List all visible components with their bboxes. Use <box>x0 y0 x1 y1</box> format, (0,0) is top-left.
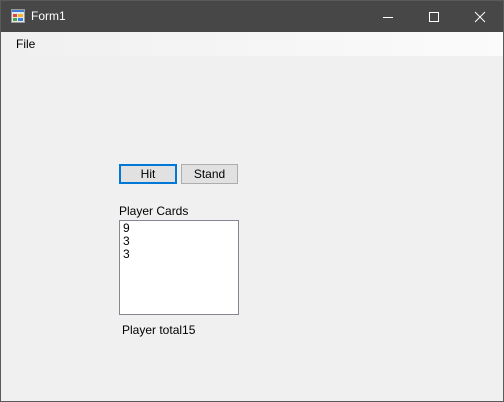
player-total-text: Player total <box>122 323 183 337</box>
list-item[interactable]: 3 <box>123 248 235 261</box>
player-cards-label: Player Cards <box>119 204 189 218</box>
window-title: Form1 <box>31 9 66 23</box>
minimize-button[interactable] <box>365 1 411 32</box>
menu-file[interactable]: File <box>16 37 35 51</box>
menu-bar: File <box>1 32 503 56</box>
player-total-label: Player total15 <box>122 323 195 337</box>
list-item[interactable]: 3 <box>123 235 235 248</box>
title-bar[interactable]: Form1 <box>1 1 503 32</box>
close-icon <box>474 11 486 23</box>
app-form-icon <box>11 9 25 23</box>
stand-button[interactable]: Stand <box>181 164 238 184</box>
minimize-icon <box>383 17 393 18</box>
list-item[interactable]: 9 <box>123 222 235 235</box>
maximize-button[interactable] <box>411 1 457 32</box>
maximize-icon <box>429 12 439 22</box>
hit-button[interactable]: Hit <box>119 164 177 184</box>
close-button[interactable] <box>457 1 503 32</box>
player-total-value: 15 <box>182 323 196 337</box>
player-cards-listbox[interactable]: 9 3 3 <box>119 220 239 315</box>
form-window: Form1 File Hit Stand Player Cards 9 3 3 … <box>0 0 504 402</box>
